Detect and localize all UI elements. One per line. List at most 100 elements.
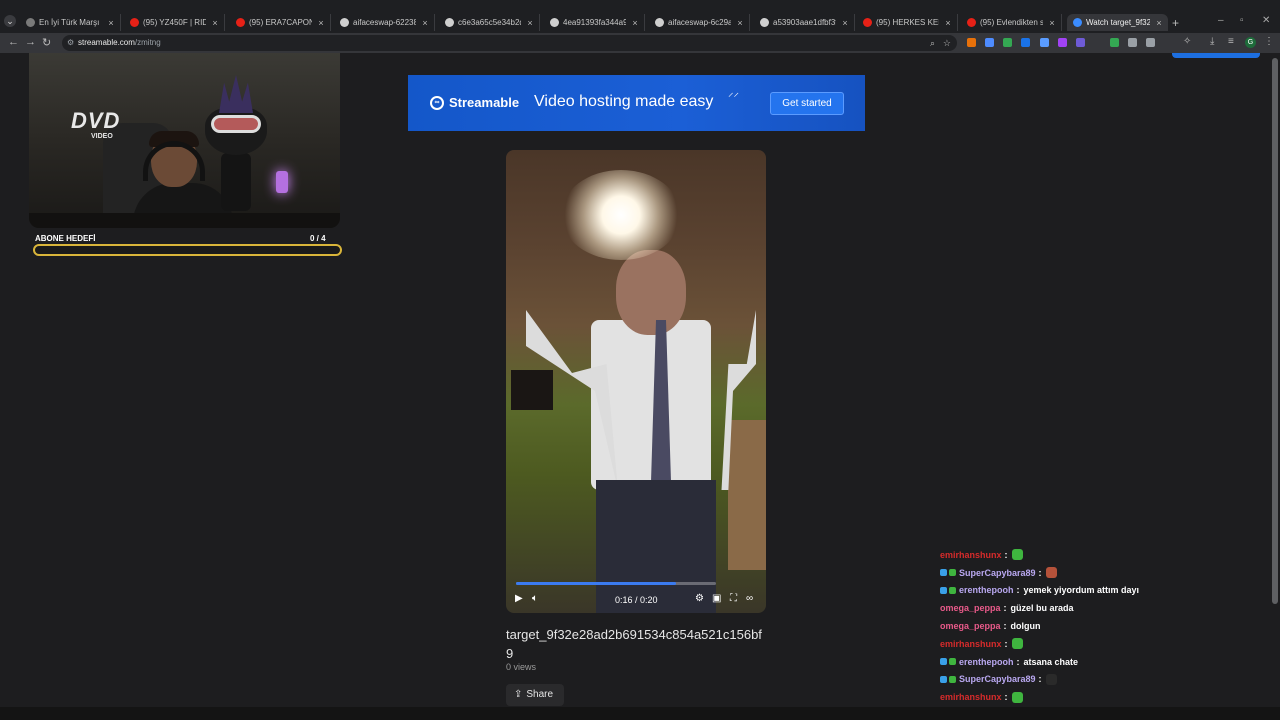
tab-title: Watch target_9f32e28ad2 bbox=[1086, 18, 1150, 27]
chat-username: omega_peppa bbox=[940, 621, 1001, 632]
video-progress-bar[interactable] bbox=[516, 582, 676, 585]
downloads-icon[interactable]: ⤓ bbox=[1210, 36, 1214, 47]
desk bbox=[29, 213, 340, 228]
browser-tab[interactable]: En İyi Türk Marşı Hangisi? × bbox=[20, 14, 121, 31]
chat-badge-icon bbox=[940, 658, 947, 666]
subscriber-goal-count: 0 / 4 bbox=[310, 234, 326, 243]
streamable-banner[interactable]: ∞ Streamable Video hosting made easy ⸝⸝ … bbox=[408, 75, 865, 131]
tab-title: a53903aae1dfbf3f8d8d3 bbox=[773, 18, 836, 27]
extension-icon[interactable] bbox=[985, 38, 994, 47]
tab-close-icon[interactable]: × bbox=[420, 18, 430, 28]
maximize-button[interactable]: ▫ bbox=[1240, 15, 1244, 26]
chat-emote-icon bbox=[1011, 638, 1023, 650]
streamable-logo-icon: ∞ bbox=[430, 95, 444, 110]
chat-badges bbox=[940, 658, 956, 666]
tab-close-icon[interactable]: × bbox=[525, 18, 535, 28]
url-path: /zmitng bbox=[134, 38, 161, 47]
browser-menu-icon[interactable]: ⋮ bbox=[1264, 36, 1274, 47]
volume-icon[interactable]: 🔈︎ bbox=[532, 593, 538, 604]
tab-close-icon[interactable]: × bbox=[840, 18, 850, 28]
tab-title: (95) HERKES KENDİNE YA bbox=[876, 18, 939, 27]
streamable-logo[interactable]: ∞ Streamable bbox=[430, 95, 519, 110]
browser-tab[interactable]: 4ea91393fa344a9ce1740 × bbox=[544, 14, 645, 31]
browser-tab[interactable]: aifaceswap-6c29a48da02 × bbox=[649, 14, 750, 31]
extensions-puzzle-icon[interactable]: ✧ bbox=[1183, 36, 1191, 47]
extension-icon[interactable] bbox=[1110, 38, 1119, 47]
tab-close-icon[interactable]: × bbox=[1154, 18, 1164, 28]
tab-favicon-icon bbox=[445, 18, 454, 27]
address-bar[interactable]: ⚙ streamable.com/zmitng ⌕ ☆ bbox=[62, 35, 957, 51]
tab-close-icon[interactable]: × bbox=[106, 18, 116, 28]
chat-text: yemek yiyordum attım dayı bbox=[1023, 585, 1140, 596]
tab-close-icon[interactable]: × bbox=[735, 18, 745, 28]
chat-emote-icon bbox=[1011, 549, 1023, 561]
bookmark-star-icon[interactable]: ☆ bbox=[943, 35, 951, 51]
browser-tab[interactable]: (95) Evlendikten sonra bi × bbox=[961, 14, 1062, 31]
settings-gear-icon[interactable]: ⚙ bbox=[695, 593, 704, 604]
chat-username: erenthepooh bbox=[959, 656, 1014, 667]
tab-search-button[interactable]: ⌄ bbox=[4, 15, 16, 27]
browser-tab[interactable]: (95) YZ450F | RIDING NE × bbox=[124, 14, 225, 31]
tab-title: 4ea91393fa344a9ce1740 bbox=[563, 18, 626, 27]
tab-close-icon[interactable]: × bbox=[630, 18, 640, 28]
browser-tab[interactable]: (95) HERKES KENDİNE YA × bbox=[857, 14, 958, 31]
get-started-button[interactable]: Get started bbox=[770, 92, 844, 115]
tab-close-icon[interactable]: × bbox=[943, 18, 953, 28]
extension-icon[interactable] bbox=[1021, 38, 1030, 47]
tab-title: (95) Evlendikten sonra bi bbox=[980, 18, 1043, 27]
reading-list-icon[interactable]: ≡ bbox=[1228, 36, 1234, 47]
chat-separator: : bbox=[1016, 656, 1020, 667]
chat-separator: : bbox=[1004, 692, 1008, 703]
chat-username: SuperCapybara89 bbox=[959, 567, 1036, 578]
extension-icon[interactable] bbox=[1003, 38, 1012, 47]
extension-icon[interactable] bbox=[967, 38, 976, 47]
browser-tab[interactable]: a53903aae1dfbf3f8d8d3 × bbox=[754, 14, 855, 31]
chat-username: emirhanshunx bbox=[940, 549, 1002, 560]
tab-close-icon[interactable]: × bbox=[210, 18, 220, 28]
video-player[interactable]: ▶ 🔈︎ 0:16 / 0:20 ⚙ ▣ ⛶ ∞ bbox=[506, 150, 766, 613]
extension-icon[interactable] bbox=[1128, 38, 1137, 47]
browser-tab[interactable]: Watch target_9f32e28ad2 × bbox=[1067, 14, 1168, 31]
rgb-lamp bbox=[276, 171, 288, 193]
browser-tab[interactable]: aifaceswap-6223848c84 × bbox=[334, 14, 435, 31]
chat-separator: : bbox=[1038, 674, 1042, 685]
browser-tab[interactable]: c6e3a65c5e34b2d709263 × bbox=[439, 14, 540, 31]
share-label: Share bbox=[526, 689, 554, 700]
profile-avatar[interactable]: G bbox=[1245, 37, 1256, 48]
man-face bbox=[616, 250, 686, 335]
tab-close-icon[interactable]: × bbox=[1047, 18, 1057, 28]
browser-tab[interactable]: (95) ERA7CAPONE X MUR × bbox=[230, 14, 331, 31]
picture-in-picture-icon[interactable]: ▣ bbox=[712, 593, 721, 604]
chat-text: güzel bu arada bbox=[1010, 603, 1074, 614]
forward-button[interactable]: → bbox=[25, 36, 36, 48]
zoom-icon[interactable]: ⌕ bbox=[930, 35, 935, 51]
reload-button[interactable]: ↻ bbox=[42, 36, 51, 49]
chat-username: emirhanshunx bbox=[940, 692, 1002, 703]
extension-icon[interactable] bbox=[1076, 38, 1085, 47]
page-scrollbar[interactable] bbox=[1272, 58, 1278, 604]
extension-icon[interactable] bbox=[1040, 38, 1049, 47]
tab-close-icon[interactable]: × bbox=[316, 18, 326, 28]
header-button-edge[interactable] bbox=[1172, 53, 1260, 58]
chat-separator: : bbox=[1038, 567, 1042, 578]
fullscreen-icon[interactable]: ⛶ bbox=[730, 593, 737, 604]
play-icon[interactable]: ▶ bbox=[515, 593, 523, 604]
tab-favicon-icon bbox=[1073, 18, 1082, 27]
tab-favicon-icon bbox=[340, 18, 349, 27]
close-window-button[interactable]: ✕ bbox=[1262, 15, 1270, 26]
back-button[interactable]: ← bbox=[8, 36, 19, 48]
new-tab-button[interactable]: + bbox=[1172, 16, 1179, 30]
tab-favicon-icon bbox=[760, 18, 769, 27]
minimize-button[interactable]: – bbox=[1218, 15, 1224, 26]
extension-icon[interactable] bbox=[1058, 38, 1067, 47]
tab-title: c6e3a65c5e34b2d709263 bbox=[458, 18, 521, 27]
site-info-icon[interactable]: ⚙ bbox=[67, 35, 74, 51]
chat-message: emirhanshunx: bbox=[940, 688, 1260, 706]
tab-favicon-icon bbox=[236, 18, 245, 27]
chat-overlay: emirhanshunx: SuperCapybara89: erenthepooh… bbox=[940, 546, 1260, 706]
tab-favicon-icon bbox=[550, 18, 559, 27]
streamable-logo-icon[interactable]: ∞ bbox=[746, 593, 753, 604]
chat-text: dolgun bbox=[1010, 621, 1041, 632]
extension-icon[interactable] bbox=[1146, 38, 1155, 47]
share-button[interactable]: ⇪ Share bbox=[506, 684, 564, 706]
